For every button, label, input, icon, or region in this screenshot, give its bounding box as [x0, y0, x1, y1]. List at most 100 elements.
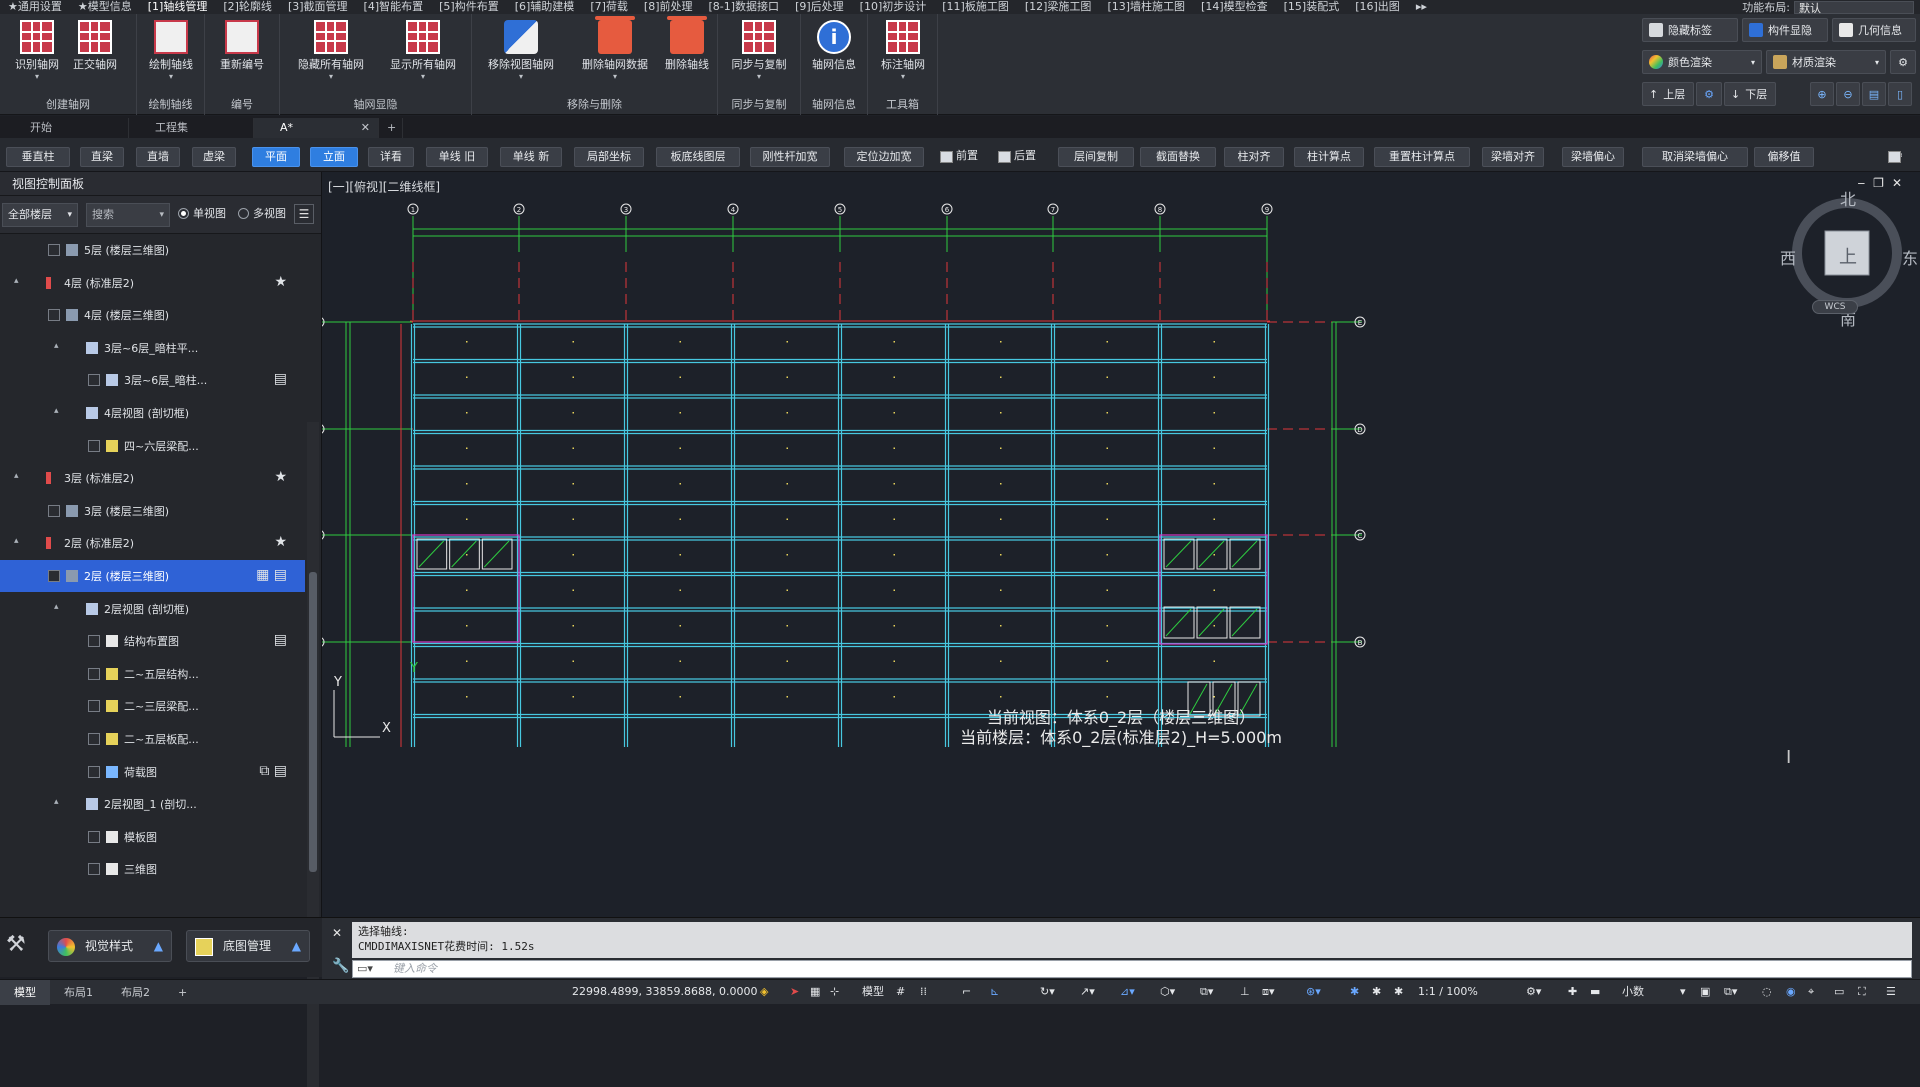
cmd-floor-copy[interactable]: 层间复制: [1058, 147, 1134, 167]
tree-checkbox[interactable]: [48, 244, 60, 256]
tab-model[interactable]: 模型: [0, 979, 50, 1005]
color-render-dropdown[interactable]: 颜色渲染 ▾: [1642, 50, 1762, 74]
menu-item[interactable]: [6]辅助建模: [507, 0, 583, 14]
osnap-icon[interactable]: ↻▾: [1040, 984, 1055, 1000]
tree-item[interactable]: 三维图: [0, 853, 305, 885]
menu-item[interactable]: [10]初步设计: [852, 0, 935, 14]
command-input[interactable]: ▭▾ 键入命令: [352, 960, 1912, 978]
down-floor-button[interactable]: ↓ 下层: [1724, 82, 1776, 106]
tree-item[interactable]: ▴ 2层视图_1 (剖切...: [0, 788, 305, 820]
tree-item[interactable]: 3层 (楼层三维图): [0, 495, 305, 527]
tree-item[interactable]: 2层 (楼层三维图) ▦ ▤: [0, 560, 305, 592]
isolate-icon[interactable]: ⊛▾: [1306, 984, 1321, 1000]
drawing-viewport[interactable]: [一][俯视][二维线框] ‒❐✕ 123456789EEDDCCBBXYY 北…: [322, 172, 1920, 917]
menu-item[interactable]: [9]后处理: [787, 0, 852, 14]
viewport-scale-dropdown[interactable]: 1:1 / 100%: [1418, 984, 1478, 1000]
up-floor-button[interactable]: ↑ 上层: [1642, 82, 1694, 106]
tools-icon[interactable]: ⚒: [6, 932, 26, 957]
tree-item[interactable]: 结构布置图 ▤: [0, 625, 305, 657]
menu-item[interactable]: [14]模型检查: [1193, 0, 1276, 14]
tree-checkbox[interactable]: [88, 765, 100, 778]
visual-style-button[interactable]: 视觉样式 ▲: [48, 930, 172, 962]
menu-item[interactable]: [16]出图: [1347, 0, 1408, 14]
cmd-locate-edge-widen[interactable]: 定位边加宽: [844, 147, 924, 167]
cmd-slab-bottom-layer[interactable]: 板底线图层: [656, 147, 740, 167]
tree-item[interactable]: ▴ 4层 (标准层2) ★: [0, 267, 305, 299]
tree-expand-icon[interactable]: ▴: [14, 536, 19, 546]
multi-view-radio[interactable]: [238, 208, 249, 219]
tree-expand-icon[interactable]: ▴: [14, 471, 19, 481]
group-label[interactable]: 编号: [205, 96, 279, 112]
close-icon[interactable]: ✕: [332, 926, 342, 940]
tab-start[interactable]: 开始: [4, 118, 129, 138]
tab-project-set[interactable]: 工程集: [129, 118, 254, 138]
annotation-scale-icon[interactable]: ✱: [1350, 984, 1359, 1000]
tree-item[interactable]: ▴ 场地-2层_暗柱平...: [0, 886, 305, 896]
cmd-offset-value[interactable]: 偏移值: [1754, 147, 1814, 167]
annotate-grid-button[interactable]: 标注轴网 ▾: [866, 18, 940, 92]
customize-icon[interactable]: ☰: [1886, 984, 1896, 1000]
cmd-send-back[interactable]: 后置: [996, 147, 1052, 167]
cmd-column-align[interactable]: 柱对齐: [1224, 147, 1284, 167]
remove-view-grid-button[interactable]: 移除视图轴网 ▾: [478, 18, 564, 92]
menu-item[interactable]: ★模型信息: [70, 0, 140, 14]
view-action-icon[interactable]: ⧉ ▤: [247, 764, 287, 778]
transparency-icon[interactable]: ⬡▾: [1160, 984, 1175, 1000]
base-map-button[interactable]: 底图管理 ▲: [186, 930, 310, 962]
tree-item[interactable]: 四~六层梁配...: [0, 430, 305, 462]
cmd-column-calc-point[interactable]: 柱计算点: [1294, 147, 1364, 167]
view-action-icon[interactable]: ▤: [247, 633, 287, 647]
cmd-single-line-new[interactable]: 单线 新: [500, 147, 562, 167]
cmd-straight-wall[interactable]: 直墙: [136, 147, 180, 167]
grid-display-icon[interactable]: ▦: [810, 984, 820, 1000]
menu-item[interactable]: [5]构件布置: [431, 0, 507, 14]
minus-icon[interactable]: ▬: [1590, 984, 1600, 1000]
tree-checkbox[interactable]: [88, 635, 100, 648]
delete-axis-button[interactable]: 删除轴线: [650, 16, 724, 92]
tree-item[interactable]: ▴ 2层视图 (剖切框): [0, 593, 305, 625]
sync-copy-button[interactable]: 同步与复制 ▾: [722, 18, 796, 92]
search-input[interactable]: 搜索 ▾: [86, 203, 170, 227]
grid-icon[interactable]: #: [896, 984, 905, 1000]
menu-item[interactable]: [13]墙柱施工图: [1099, 0, 1193, 14]
annotation-icon[interactable]: ⊥: [1240, 984, 1250, 1000]
tree-checkbox[interactable]: [48, 570, 60, 582]
cmd-rigid-rod-widen[interactable]: 刚性杆加宽: [750, 147, 830, 167]
ortho-icon[interactable]: ⌐: [962, 984, 971, 1000]
cmd-vertical-column[interactable]: 垂直柱: [6, 147, 70, 167]
menu-item[interactable]: [15]装配式: [1276, 0, 1348, 14]
draw-axis-button[interactable]: 绘制轴线 ▾: [134, 18, 208, 92]
auto-scale-icon[interactable]: ✱: [1394, 984, 1403, 1000]
single-view-radio[interactable]: [178, 208, 189, 219]
member-display-button[interactable]: 构件显隐: [1742, 18, 1828, 42]
floor-plan-drawing[interactable]: 123456789EEDDCCBBXYY: [322, 172, 1920, 917]
view-action-icon[interactable]: ▤: [247, 372, 287, 386]
tab-layout1[interactable]: 布局1: [50, 980, 107, 1005]
floor-settings-button[interactable]: ⚙: [1696, 82, 1722, 106]
compass-east[interactable]: 东: [1902, 245, 1918, 269]
ucs-icon[interactable]: ⊹: [830, 984, 839, 1000]
model-space-toggle[interactable]: 模型: [862, 984, 884, 1000]
isolate-objects-icon[interactable]: ◌: [1762, 984, 1772, 1000]
zoom-in-button[interactable]: ⊕: [1810, 82, 1834, 106]
close-icon[interactable]: ✕: [361, 118, 370, 138]
grid-info-button[interactable]: i 轴网信息: [797, 18, 871, 92]
tree-expand-icon[interactable]: ▴: [54, 406, 59, 416]
floor-filter-select[interactable]: 全部楼层 ▾: [2, 203, 78, 227]
tree-expand-icon[interactable]: ▴: [54, 341, 59, 351]
gear-icon[interactable]: ⚙▾: [1526, 984, 1541, 1000]
properties-button[interactable]: ▤: [1862, 82, 1886, 106]
hardware-accel-icon[interactable]: ◉: [1786, 984, 1796, 1000]
snap-grid-icon[interactable]: ⁞⁞: [920, 984, 927, 1000]
tree-checkbox[interactable]: [48, 504, 60, 517]
menu-item[interactable]: [12]梁施工图: [1017, 0, 1100, 14]
cmd-section-replace[interactable]: 截面替换: [1140, 147, 1216, 167]
cmd-beam-wall-eccentric[interactable]: 梁墙偏心: [1562, 147, 1624, 167]
cursor-icon[interactable]: ➤: [790, 984, 799, 1000]
lock-ui-icon[interactable]: ⧉▾: [1724, 984, 1737, 1000]
cmd-straight-beam[interactable]: 直梁: [80, 147, 124, 167]
renumber-button[interactable]: 重新编号: [205, 18, 279, 92]
cmd-cancel-eccentric[interactable]: 取消梁墙偏心: [1642, 147, 1748, 167]
tab-current-model[interactable]: A* ✕: [254, 118, 379, 138]
polar-icon[interactable]: ⊾: [990, 984, 999, 1000]
